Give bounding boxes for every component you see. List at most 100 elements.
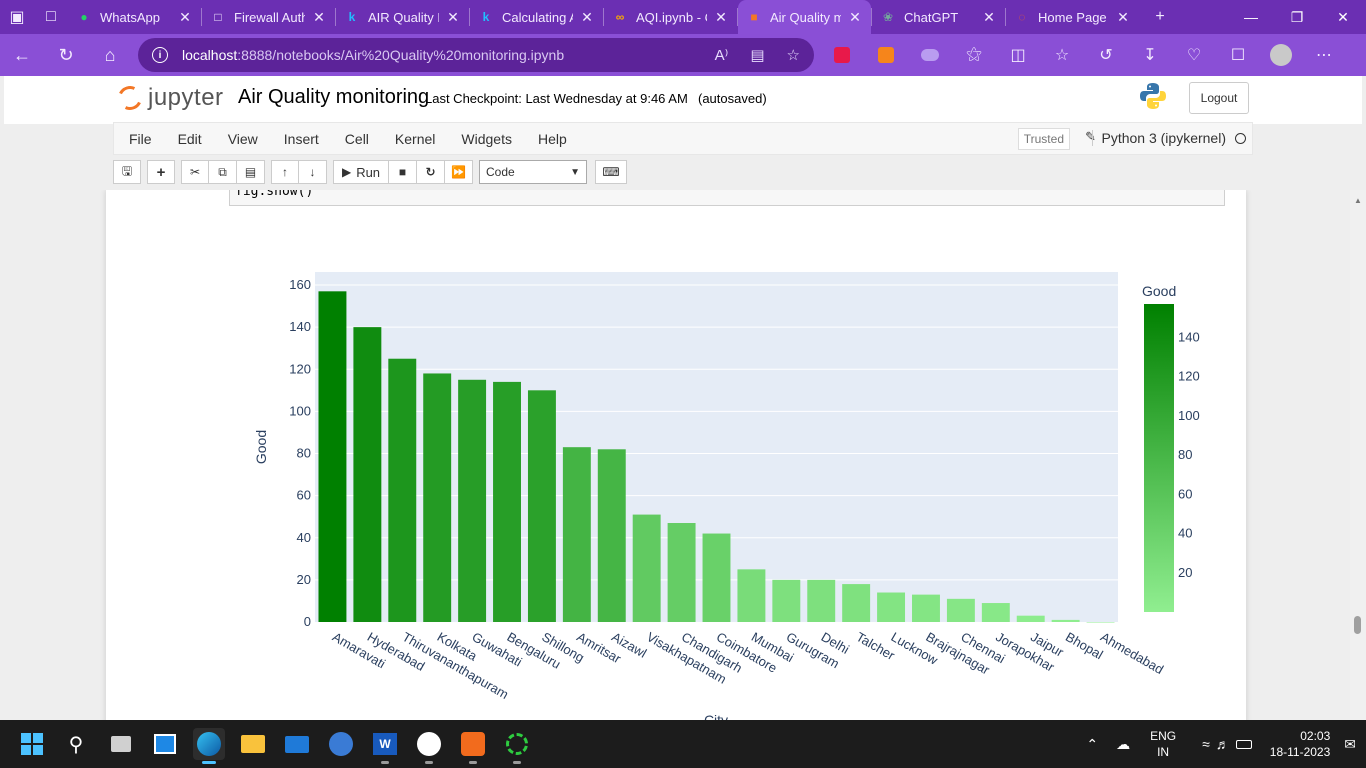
taskbar-pdf-app[interactable]	[457, 728, 489, 764]
immersive-reader-icon[interactable]: ▤	[750, 46, 764, 64]
minimize-icon[interactable]: —	[1228, 0, 1274, 34]
back-icon[interactable]: ←	[0, 34, 44, 76]
run-button[interactable]: ▶ Run	[333, 160, 389, 184]
pocket-extension-icon[interactable]	[820, 34, 864, 76]
close-tab-icon[interactable]: ✕	[177, 9, 193, 26]
wifi-icon[interactable]: ≈	[1202, 736, 1210, 752]
browser-tab[interactable]: ● WhatsApp ✕	[68, 0, 201, 34]
close-window-icon[interactable]: ✕	[1320, 0, 1366, 34]
jupyter-logo[interactable]: jupyter	[114, 82, 224, 114]
close-tab-icon[interactable]: ✕	[311, 9, 327, 26]
battery-icon[interactable]	[1235, 739, 1252, 749]
save-button[interactable]: 🖫	[113, 160, 141, 184]
widgets-icon	[154, 734, 176, 754]
open-app-indicator	[425, 761, 433, 764]
menu-file[interactable]: File	[114, 131, 165, 147]
notifications-icon[interactable]: ✉	[1344, 736, 1356, 753]
notebook-name[interactable]: Air Quality monitoring	[238, 86, 429, 109]
widgets-button[interactable]	[149, 728, 181, 760]
split-screen-icon[interactable]: ◫	[996, 34, 1040, 76]
extensions-icon[interactable]: ⚝	[952, 34, 996, 76]
refresh-icon[interactable]: ↻	[44, 34, 88, 76]
taskbar-edge[interactable]	[193, 728, 225, 764]
taskbar-word[interactable]: W	[369, 728, 401, 764]
taskbar-telegram[interactable]	[325, 728, 357, 760]
page-scrollbar[interactable]: ▲	[1350, 190, 1366, 720]
menu-view[interactable]: View	[215, 131, 271, 147]
url-input[interactable]: i localhost :8888/notebooks/Air%20Qualit…	[138, 38, 814, 72]
restart-button[interactable]: ↻	[417, 160, 445, 184]
browser-tab-label: Home Page	[1038, 9, 1107, 25]
menu-insert[interactable]: Insert	[271, 131, 332, 147]
menu-kernel[interactable]: Kernel	[382, 131, 448, 147]
cell-type-select[interactable]: Code ▼	[479, 160, 587, 184]
close-tab-icon[interactable]: ✕	[1115, 9, 1131, 26]
restore-icon[interactable]: ❐	[1274, 0, 1320, 34]
site-info-icon[interactable]: i	[152, 47, 168, 63]
performance-icon[interactable]: ♡	[1172, 34, 1216, 76]
logout-button[interactable]: Logout	[1189, 82, 1249, 114]
bar	[807, 579, 836, 622]
browser-tab-label: AQI.ipynb - C	[636, 9, 707, 25]
browser-tab-label: Calculating A	[502, 9, 573, 25]
copy-button[interactable]: ⧉	[209, 160, 237, 184]
volume-icon[interactable]: ♬	[1216, 736, 1230, 752]
colorbar-tick-label: 40	[1178, 526, 1192, 541]
scrollbar-thumb[interactable]	[1354, 616, 1361, 634]
language-indicator[interactable]: ENG IN	[1150, 728, 1176, 760]
menu-cell[interactable]: Cell	[332, 131, 382, 147]
command-palette-button[interactable]: ⌨	[595, 160, 627, 184]
scroll-up-icon[interactable]: ▲	[1354, 196, 1362, 205]
tab-actions-icon[interactable]: □	[34, 0, 68, 34]
word-icon: W	[373, 733, 397, 755]
browser-tab[interactable]: ❀ ChatGPT ✕	[872, 0, 1005, 34]
profile-avatar[interactable]	[1270, 44, 1292, 66]
close-tab-icon[interactable]: ✕	[713, 9, 729, 26]
browser-tab[interactable]: ■ Air Quality m ✕	[738, 0, 871, 34]
restart-run-all-button[interactable]: ⏩	[445, 160, 473, 184]
menu-widgets[interactable]: Widgets	[448, 131, 525, 147]
interrupt-button[interactable]: ■	[389, 160, 417, 184]
search-button[interactable]: ⚲	[60, 728, 92, 760]
more-menu-icon[interactable]: ⋯	[1302, 34, 1346, 76]
browser-tab[interactable]: ∞ AQI.ipynb - C ✕	[604, 0, 737, 34]
move-down-button[interactable]: ↓	[299, 160, 327, 184]
start-button[interactable]	[16, 728, 48, 760]
show-hidden-icons[interactable]: ⌃	[1086, 736, 1098, 753]
history-icon[interactable]: ↺	[1084, 34, 1128, 76]
taskbar-mail[interactable]	[281, 728, 313, 760]
browser-tab[interactable]: k AIR Quality D ✕	[336, 0, 469, 34]
trusted-indicator[interactable]: Trusted	[1017, 128, 1070, 150]
move-up-button[interactable]: ↑	[271, 160, 299, 184]
taskbar-loading-app[interactable]	[501, 728, 533, 764]
downloads-icon[interactable]: ↧	[1128, 34, 1172, 76]
new-tab-icon[interactable]: +	[1143, 0, 1177, 34]
menu-edit[interactable]: Edit	[165, 131, 215, 147]
metamask-extension-icon[interactable]	[864, 34, 908, 76]
game-extension-icon[interactable]	[908, 34, 952, 76]
cut-button[interactable]: ✂	[181, 160, 209, 184]
insert-cell-button[interactable]: +	[147, 160, 175, 184]
onedrive-icon[interactable]: ☁	[1116, 736, 1130, 753]
y-tick-label: 80	[297, 446, 311, 461]
task-view-button[interactable]	[105, 728, 137, 760]
paste-button[interactable]: ▤	[237, 160, 265, 184]
collections-icon[interactable]: ☐	[1216, 34, 1260, 76]
plus-icon: +	[156, 163, 166, 181]
browser-tab[interactable]: k Calculating A ✕	[470, 0, 603, 34]
close-tab-icon[interactable]: ✕	[981, 9, 997, 26]
close-tab-icon[interactable]: ✕	[847, 9, 863, 26]
favorite-star-icon[interactable]: ☆	[787, 46, 800, 64]
browser-tab[interactable]: □ Firewall Auth ✕	[202, 0, 335, 34]
clock[interactable]: 02:03 18-11-2023	[1270, 728, 1331, 760]
read-aloud-icon[interactable]: A⁾	[715, 46, 729, 64]
workspaces-icon[interactable]: ▣	[0, 0, 34, 34]
close-tab-icon[interactable]: ✕	[579, 9, 595, 26]
close-tab-icon[interactable]: ✕	[445, 9, 461, 26]
menu-help[interactable]: Help	[525, 131, 580, 147]
taskbar-file-explorer[interactable]	[237, 728, 269, 760]
browser-tab[interactable]: ◌ Home Page ✕	[1006, 0, 1139, 34]
taskbar-github[interactable]	[413, 728, 445, 764]
favorites-icon[interactable]: ☆	[1040, 34, 1084, 76]
home-icon[interactable]: ⌂	[88, 34, 132, 76]
